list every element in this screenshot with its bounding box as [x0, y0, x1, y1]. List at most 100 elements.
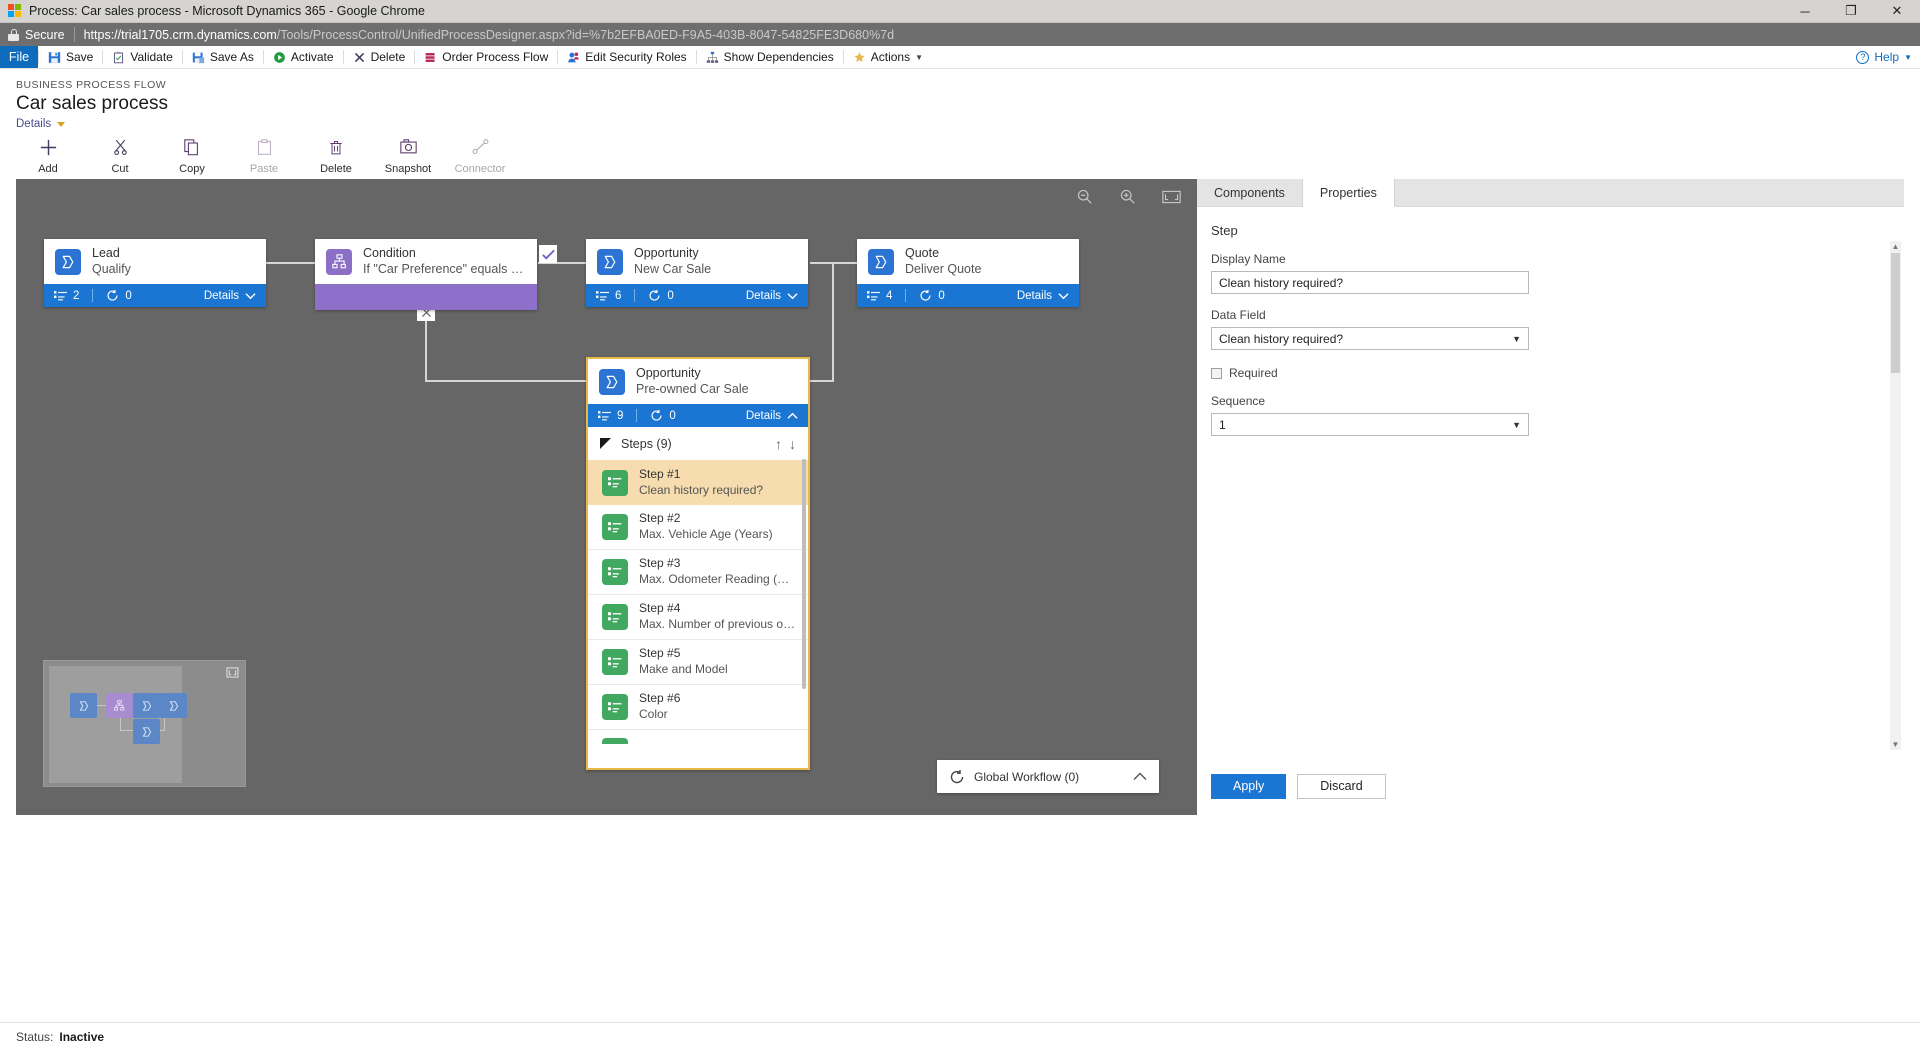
- stage-details-toggle[interactable]: Details: [746, 410, 798, 422]
- ribbon-connector-button[interactable]: Connector: [454, 136, 506, 175]
- help-area[interactable]: ? Help ▼: [1856, 46, 1920, 68]
- stage-name: If "Car Preference" equals "New ...: [363, 261, 526, 276]
- scrollbar-thumb[interactable]: [1891, 253, 1900, 373]
- stage-entity: Quote: [905, 245, 940, 260]
- stage-header: Opportunity Pre-owned Car Sale: [588, 359, 808, 404]
- ribbon-snapshot-label: Snapshot: [384, 163, 432, 175]
- delete-button[interactable]: Delete: [344, 46, 415, 68]
- scroll-down-icon[interactable]: ▼: [1890, 739, 1901, 750]
- workflow-count-group: 0: [650, 409, 688, 422]
- stage-flow-icon: [868, 248, 894, 275]
- canvas-minimap[interactable]: [43, 660, 246, 787]
- activate-button[interactable]: Activate: [264, 46, 343, 68]
- ribbon-snapshot-button[interactable]: Snapshot: [382, 136, 434, 175]
- file-menu-button[interactable]: File: [0, 46, 38, 68]
- stage-details-toggle[interactable]: Details: [204, 290, 256, 302]
- ribbon-add-button[interactable]: Add: [22, 136, 74, 175]
- camera-icon: [399, 136, 418, 158]
- steps-panel: Steps (9) ↑ ↓ Step #1 Clean history requ…: [588, 427, 808, 768]
- apply-button[interactable]: Apply: [1211, 773, 1287, 799]
- display-name-input[interactable]: Clean history required?: [1211, 271, 1529, 294]
- ribbon-copy-label: Copy: [179, 163, 205, 175]
- stage-header: Condition If "Car Preference" equals "Ne…: [315, 239, 537, 284]
- validate-label: Validate: [130, 50, 173, 64]
- step-list-item[interactable]: Step #7: [588, 730, 808, 744]
- scroll-up-icon[interactable]: ▲: [1890, 241, 1901, 252]
- workflow-icon: [920, 289, 931, 301]
- zoom-out-icon[interactable]: [1076, 188, 1093, 208]
- edit-security-roles-button[interactable]: Edit Security Roles: [558, 46, 695, 68]
- workflow-icon: [649, 289, 660, 301]
- activate-label: Activate: [290, 50, 334, 64]
- tab-components[interactable]: Components: [1197, 179, 1303, 206]
- tab-properties[interactable]: Properties: [1302, 179, 1395, 207]
- arrow-up-icon[interactable]: ↑: [775, 436, 782, 452]
- required-checkbox-row[interactable]: Required: [1211, 366, 1890, 380]
- status-value: Inactive: [59, 1029, 105, 1044]
- step-list-item[interactable]: Step #5 Make and Model: [588, 640, 808, 685]
- step-list-item[interactable]: Step #6 Color: [588, 685, 808, 730]
- save-label: Save: [66, 50, 94, 64]
- arrow-down-icon[interactable]: ↓: [789, 436, 796, 452]
- stage-details-label: Details: [203, 289, 239, 302]
- status-bar: Status: Inactive: [0, 1022, 1920, 1050]
- step-icon: [602, 469, 628, 496]
- stage-detail-bar: 9 0 Details: [588, 404, 808, 427]
- panel-tabs: Components Properties: [1197, 179, 1904, 207]
- stage-details-toggle[interactable]: Details: [746, 290, 798, 302]
- stage-name: Qualify: [92, 261, 131, 276]
- stage-card-quote[interactable]: Quote Deliver Quote 4 0 Details: [857, 239, 1079, 307]
- connector-lead-condition: [266, 262, 316, 264]
- minimap-expand-icon[interactable]: [226, 666, 239, 681]
- global-workflow-bar[interactable]: Global Workflow (0): [937, 760, 1159, 793]
- stage-card-opportunity-new[interactable]: Opportunity New Car Sale 6 0 Details: [586, 239, 808, 307]
- validate-button[interactable]: Validate: [103, 46, 181, 68]
- order-process-flow-button[interactable]: Order Process Flow: [415, 46, 557, 68]
- close-button[interactable]: ✕: [1874, 0, 1920, 23]
- trash-icon: [328, 136, 344, 158]
- step-text: Step #2 Max. Vehicle Age (Years): [639, 511, 773, 542]
- properties-section-title: Step: [1211, 223, 1238, 238]
- save-button[interactable]: Save: [39, 46, 102, 68]
- maximize-button[interactable]: ❐: [1828, 0, 1874, 23]
- browser-address-bar[interactable]: Secure https://trial1705.crm.dynamics.co…: [0, 23, 1920, 46]
- ribbon-cut-button[interactable]: Cut: [94, 136, 146, 175]
- step-value: Max. Number of previous ow...: [639, 617, 799, 631]
- show-dependencies-button[interactable]: Show Dependencies: [697, 46, 843, 68]
- connector-icon: [471, 136, 490, 158]
- workflow-count: 0: [125, 289, 132, 302]
- actions-button[interactable]: Actions ▼: [844, 46, 932, 68]
- details-toggle[interactable]: Details: [16, 118, 66, 130]
- process-designer-canvas[interactable]: Lead Qualify 2 0 Details Condition If "C…: [16, 179, 1197, 815]
- discard-button[interactable]: Discard: [1297, 773, 1386, 799]
- sequence-select[interactable]: 1 ▼: [1211, 413, 1529, 436]
- stage-card-opportunity-preowned[interactable]: Opportunity Pre-owned Car Sale 9 0 Detai…: [586, 357, 810, 770]
- save-as-button[interactable]: Save As: [183, 46, 263, 68]
- stage-card-condition[interactable]: Condition If "Car Preference" equals "Ne…: [315, 239, 537, 310]
- step-list-item[interactable]: Step #3 Max. Odometer Reading (Max): [588, 550, 808, 595]
- steps-panel-header: Steps (9) ↑ ↓: [588, 427, 808, 460]
- url-path: /Tools/ProcessControl/UnifiedProcessDesi…: [276, 27, 895, 42]
- ribbon-copy-button[interactable]: Copy: [166, 136, 218, 175]
- minimize-button[interactable]: ─: [1782, 0, 1828, 23]
- stage-details-toggle[interactable]: Details: [1017, 290, 1069, 302]
- data-field-select[interactable]: Clean history required? ▼: [1211, 327, 1529, 350]
- steps-scrollbar[interactable]: [802, 459, 806, 689]
- step-list-item[interactable]: Step #1 Clean history required?: [588, 460, 808, 505]
- ribbon-delete-button[interactable]: Delete: [310, 136, 362, 175]
- chevron-up-icon[interactable]: [1133, 769, 1147, 784]
- step-text: Step #7: [639, 743, 680, 744]
- step-list-item[interactable]: Step #2 Max. Vehicle Age (Years): [588, 505, 808, 550]
- fit-to-screen-icon[interactable]: [1162, 190, 1181, 207]
- step-list-item[interactable]: Step #4 Max. Number of previous ow...: [588, 595, 808, 640]
- properties-body: Step Display Name Clean history required…: [1197, 207, 1904, 784]
- zoom-in-icon[interactable]: [1119, 188, 1136, 208]
- connector-opportunity-quote: [810, 262, 858, 264]
- connector-quote-down: [832, 262, 834, 381]
- step-icon: [602, 559, 628, 585]
- ribbon-paste-button[interactable]: Paste: [238, 136, 290, 175]
- stage-card-lead[interactable]: Lead Qualify 2 0 Details: [44, 239, 266, 307]
- minimap-node-condition: [106, 693, 133, 718]
- properties-scrollbar[interactable]: ▲ ▼: [1890, 241, 1901, 750]
- required-checkbox[interactable]: [1211, 367, 1222, 379]
